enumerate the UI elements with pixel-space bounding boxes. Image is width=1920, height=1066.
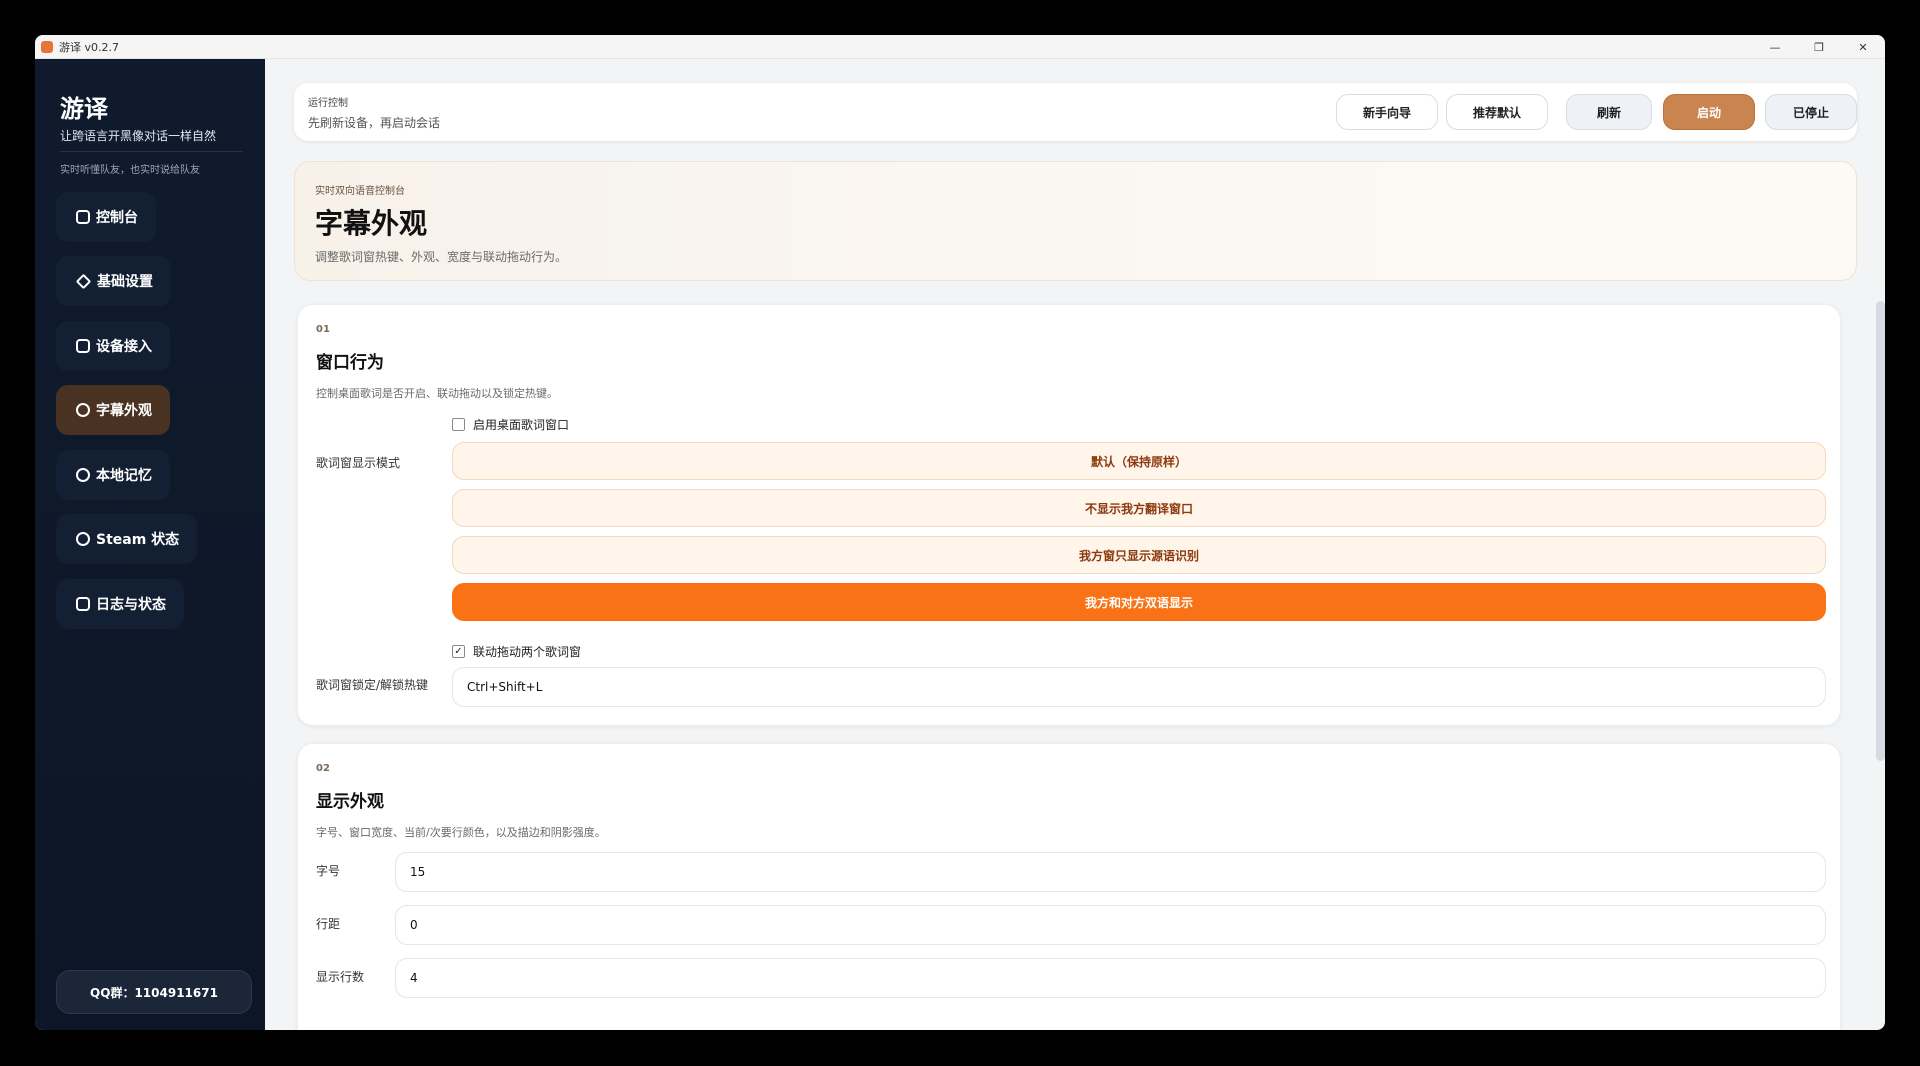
link-drag-label: 联动拖动两个歌词窗 [473,645,582,659]
steam-icon [76,532,90,546]
stopped-button[interactable]: 已停止 [1765,94,1857,130]
run-control-hint: 先刷新设备，再启动会话 [308,116,441,130]
guide-button[interactable]: 新手向导 [1336,94,1438,130]
section-description: 字号、窗口宽度、当前/次要行颜色，以及描边和阴影强度。 [316,826,606,839]
enable-lyrics-checkbox-row[interactable]: 启用桌面歌词窗口 [452,416,569,433]
line-spacing-label: 行距 [316,917,341,931]
window-title: 游译 v0.2.7 [59,40,119,54]
sidebar-item-label: 本地记忆 [96,468,152,484]
main-content: 运行控制 先刷新设备，再启动会话 新手向导 推荐默认 刷新 启动 已停止 实时双… [265,59,1885,1030]
sidebar: 游译 让跨语言开黑像对话一样自然 实时听懂队友，也实时说给队友 控制台 基础设置… [35,59,265,1030]
sidebar-item-subtitle-appearance[interactable]: 字幕外观 [56,385,170,435]
window-controls: — ❐ ✕ [1753,35,1885,59]
mode-option-default[interactable]: 默认（保持原样） [452,442,1826,480]
brand-subtagline: 实时听懂队友，也实时说给队友 [60,165,200,176]
font-size-label: 字号 [316,864,341,878]
display-mode-label: 歌词窗显示模式 [316,456,401,470]
hotkey-label: 歌词窗锁定/解锁热键 [316,678,429,692]
page-title: 字幕外观 [315,207,428,240]
sidebar-item-label: 设备接入 [96,339,152,355]
sidebar-item-console[interactable]: 控制台 [56,192,156,242]
section-title: 窗口行为 [316,353,384,373]
log-icon [76,597,90,611]
mode-option-source-only[interactable]: 我方窗只显示源语识别 [452,536,1826,574]
page-header: 实时双向语音控制台 字幕外观 调整歌词窗热键、外观、宽度与联动拖动行为。 [294,161,1857,281]
qq-group-badge[interactable]: QQ群：1104911671 [56,970,252,1014]
restore-button[interactable]: ❐ [1797,35,1841,59]
sidebar-item-device[interactable]: 设备接入 [56,321,170,371]
device-icon [76,339,90,353]
subtitle-icon [76,403,90,417]
sidebar-item-label: 基础设置 [97,274,153,290]
brand-tagline: 让跨语言开黑像对话一样自然 [60,129,217,143]
mode-option-bilingual[interactable]: 我方和对方双语显示 [452,583,1826,621]
font-size-input[interactable]: 15 [395,852,1826,892]
close-button[interactable]: ✕ [1841,35,1885,59]
display-appearance-card: 02 显示外观 字号、窗口宽度、当前/次要行颜色，以及描边和阴影强度。 字号 1… [297,743,1841,1030]
start-button[interactable]: 启动 [1663,94,1755,130]
recommend-default-button[interactable]: 推荐默认 [1446,94,1548,130]
memory-icon [76,468,90,482]
window-behavior-card: 01 窗口行为 控制桌面歌词是否开启、联动拖动以及锁定热键。 启用桌面歌词窗口 … [297,304,1841,726]
page-kicker: 实时双向语音控制台 [315,186,405,197]
sidebar-item-local-memory[interactable]: 本地记忆 [56,450,170,500]
mode-option-hide-own[interactable]: 不显示我方翻译窗口 [452,489,1826,527]
sidebar-item-logs[interactable]: 日志与状态 [56,579,184,629]
minimize-button[interactable]: — [1753,35,1797,59]
sidebar-item-label: 控制台 [96,210,138,226]
line-count-label: 显示行数 [316,970,365,984]
hotkey-input[interactable]: Ctrl+Shift+L [452,667,1826,707]
app-window: 游译 v0.2.7 — ❐ ✕ 游译 让跨语言开黑像对话一样自然 实时听懂队友，… [35,35,1885,1030]
title-bar: 游译 v0.2.7 — ❐ ✕ [35,35,1885,59]
run-control-label: 运行控制 [308,98,348,109]
app-logo-icon [41,40,53,53]
sidebar-item-label: 字幕外观 [96,403,152,419]
section-title: 显示外观 [316,792,384,812]
link-drag-checkbox-row[interactable]: ✓ 联动拖动两个歌词窗 [452,643,581,660]
refresh-button[interactable]: 刷新 [1566,94,1652,130]
section-description: 控制桌面歌词是否开启、联动拖动以及锁定热键。 [316,387,558,400]
line-spacing-input[interactable]: 0 [395,905,1826,945]
settings-icon [75,273,92,289]
run-control-bar: 运行控制 先刷新设备，再启动会话 新手向导 推荐默认 刷新 启动 已停止 [294,83,1857,141]
section-number: 01 [316,324,330,335]
sidebar-item-label: 日志与状态 [96,597,166,613]
sidebar-divider [60,151,243,152]
sidebar-item-basic-settings[interactable]: 基础设置 [56,256,171,306]
console-icon [76,210,90,224]
content-scrollbar[interactable] [1876,301,1885,761]
section-number: 02 [316,763,330,774]
enable-lyrics-label: 启用桌面歌词窗口 [473,418,570,432]
page-description: 调整歌词窗热键、外观、宽度与联动拖动行为。 [315,250,568,264]
link-drag-checkbox[interactable]: ✓ [452,645,465,658]
sidebar-item-label: Steam 状态 [96,532,180,548]
sidebar-item-steam-status[interactable]: Steam 状态 [56,514,198,564]
line-count-input[interactable]: 4 [395,958,1826,998]
enable-lyrics-checkbox[interactable] [452,418,465,431]
brand-name: 游译 [60,95,108,123]
